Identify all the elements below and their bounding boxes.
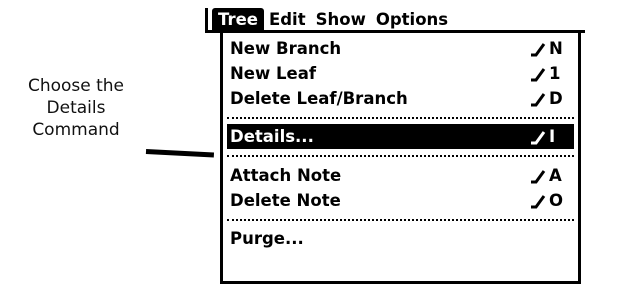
- shortcut-key: O: [549, 191, 564, 210]
- menu-item-delete-note[interactable]: Delete Note O: [227, 188, 574, 213]
- menu-item-details[interactable]: Details... I: [227, 124, 574, 149]
- caption-line-2: Details: [46, 98, 106, 118]
- menu-item-delete-leaf-branch[interactable]: Delete Leaf/Branch D: [227, 86, 574, 111]
- menu-bar: Tree Edit Show Options: [205, 8, 585, 33]
- menu-item-label: Delete Leaf/Branch: [230, 89, 408, 108]
- menu-item-label: Purge...: [230, 229, 304, 248]
- menu-item-shortcut: N: [530, 39, 570, 58]
- menu-item-shortcut: A: [530, 166, 570, 185]
- shortcut-key: 1: [549, 64, 561, 83]
- menu-options[interactable]: Options: [371, 8, 453, 32]
- menu-item-label: Details...: [230, 127, 314, 146]
- callout-pointer-line: [145, 149, 215, 158]
- menu-edit[interactable]: Edit: [264, 8, 311, 32]
- tree-menu-dropdown: New Branch N New Leaf 1 Delete Leaf/Bran…: [220, 33, 581, 284]
- caption-line-1: Choose the: [27, 76, 125, 96]
- menu-item-new-leaf[interactable]: New Leaf 1: [227, 61, 574, 86]
- command-stroke-icon: [531, 194, 546, 208]
- menu-item-shortcut: 1: [530, 64, 570, 83]
- menu-item-shortcut: I: [530, 127, 570, 146]
- menu-show[interactable]: Show: [311, 8, 371, 32]
- command-stroke-icon: [531, 67, 546, 81]
- shortcut-key: A: [549, 166, 562, 185]
- shortcut-key: D: [549, 89, 563, 108]
- menu-item-attach-note[interactable]: Attach Note A: [227, 163, 574, 188]
- menu-item-label: Delete Note: [230, 191, 341, 210]
- menu-item-shortcut: O: [530, 191, 570, 210]
- shortcut-key: I: [549, 127, 556, 146]
- instruction-caption: Choose the Details Command: [0, 75, 152, 141]
- menu-item-purge[interactable]: Purge...: [227, 226, 574, 251]
- menu-separator: [227, 155, 574, 157]
- menu-separator: [227, 117, 574, 119]
- command-stroke-icon: [531, 42, 546, 56]
- shortcut-key: N: [549, 39, 563, 58]
- menu-item-label: New Leaf: [230, 64, 317, 83]
- caption-line-3: Command: [32, 120, 120, 140]
- menu-item-shortcut: D: [530, 89, 570, 108]
- command-stroke-icon: [531, 92, 546, 106]
- menu-tree[interactable]: Tree: [212, 8, 264, 32]
- command-stroke-icon: [531, 169, 546, 183]
- menu-item-label: Attach Note: [230, 166, 342, 185]
- menu-item-label: New Branch: [230, 39, 342, 58]
- command-stroke-icon: [531, 130, 546, 144]
- menu-item-new-branch[interactable]: New Branch N: [227, 36, 574, 61]
- menu-separator: [227, 219, 574, 221]
